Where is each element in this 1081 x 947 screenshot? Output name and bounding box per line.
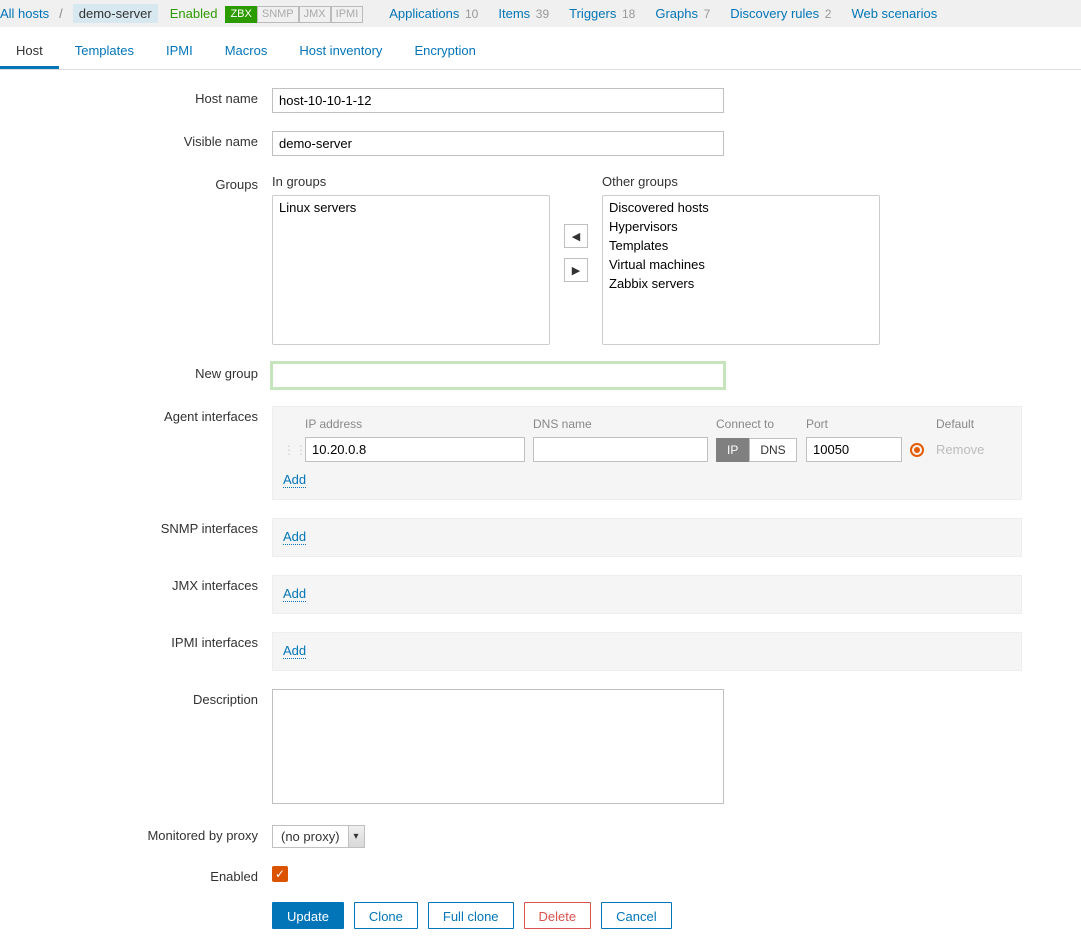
- nav-applications[interactable]: Applications 10: [389, 6, 478, 21]
- list-item[interactable]: Hypervisors: [605, 217, 877, 236]
- form-buttons: Update Clone Full clone Delete Cancel: [272, 902, 1081, 929]
- move-right-button[interactable]: ▶: [564, 258, 588, 282]
- breadcrumb-all-hosts[interactable]: All hosts: [0, 6, 49, 21]
- agent-ip-input[interactable]: [305, 437, 525, 462]
- drag-handle-icon[interactable]: ⋮⋮: [283, 444, 297, 456]
- delete-button[interactable]: Delete: [524, 902, 592, 929]
- ipmi-tag: IPMI: [331, 6, 364, 23]
- connect-to-toggle: IP DNS: [716, 438, 798, 462]
- proxy-select[interactable]: (no proxy) ▾: [272, 825, 365, 848]
- host-form: Host name Visible name Groups In groups …: [0, 70, 1081, 929]
- nav-applications-label: Applications: [389, 6, 459, 21]
- visible-name-input[interactable]: [272, 131, 724, 156]
- col-ip-address: IP address: [305, 417, 525, 431]
- proxy-select-value: (no proxy): [273, 826, 348, 847]
- agent-dns-input[interactable]: [533, 437, 708, 462]
- remove-interface-link: Remove: [936, 442, 996, 457]
- tab-templates[interactable]: Templates: [59, 37, 150, 69]
- other-groups-select[interactable]: Discovered hosts Hypervisors Templates V…: [602, 195, 880, 345]
- breadcrumb-separator: /: [59, 6, 63, 21]
- label-in-groups: In groups: [272, 174, 550, 189]
- col-port: Port: [806, 417, 902, 431]
- agent-port-input[interactable]: [806, 437, 902, 462]
- snmp-interfaces-box: Add: [272, 518, 1022, 557]
- nav-discovery-label: Discovery rules: [730, 6, 819, 21]
- list-item[interactable]: Virtual machines: [605, 255, 877, 274]
- tab-host[interactable]: Host: [0, 37, 59, 69]
- label-host-name: Host name: [0, 88, 272, 106]
- nav-triggers[interactable]: Triggers 18: [569, 6, 635, 21]
- tab-encryption[interactable]: Encryption: [398, 37, 491, 69]
- description-textarea[interactable]: [272, 689, 724, 804]
- move-left-button[interactable]: ◀: [564, 224, 588, 248]
- ipmi-interfaces-box: Add: [272, 632, 1022, 671]
- agent-interfaces-box: IP address DNS name Connect to Port Defa…: [272, 406, 1022, 500]
- col-default: Default: [936, 417, 996, 431]
- clone-button[interactable]: Clone: [354, 902, 418, 929]
- label-jmx-interfaces: JMX interfaces: [0, 575, 272, 593]
- add-ipmi-interface-link[interactable]: Add: [283, 643, 306, 659]
- topnav: Applications 10 Items 39 Triggers 18 Gra…: [389, 6, 937, 21]
- nav-triggers-count: 18: [622, 7, 635, 21]
- col-dns-name: DNS name: [533, 417, 708, 431]
- availability-tags: ZBXSNMPJMXIPMI: [225, 5, 363, 23]
- nav-graphs-label: Graphs: [655, 6, 698, 21]
- nav-items[interactable]: Items 39: [498, 6, 549, 21]
- in-groups-select[interactable]: Linux servers: [272, 195, 550, 345]
- tab-ipmi[interactable]: IPMI: [150, 37, 209, 69]
- triangle-left-icon: ◀: [572, 230, 580, 243]
- label-description: Description: [0, 689, 272, 707]
- connect-dns-button[interactable]: DNS: [749, 438, 796, 462]
- default-radio[interactable]: [910, 443, 924, 457]
- nav-graphs-count: 7: [704, 7, 711, 21]
- tab-host-inventory[interactable]: Host inventory: [283, 37, 398, 69]
- list-item[interactable]: Discovered hosts: [605, 198, 877, 217]
- label-ipmi-interfaces: IPMI interfaces: [0, 632, 272, 650]
- host-name-input[interactable]: [272, 88, 724, 113]
- subtabs: Host Templates IPMI Macros Host inventor…: [0, 27, 1081, 70]
- full-clone-button[interactable]: Full clone: [428, 902, 514, 929]
- tab-macros[interactable]: Macros: [209, 37, 284, 69]
- nav-items-count: 39: [536, 7, 549, 21]
- status-enabled: Enabled: [170, 6, 218, 21]
- col-connect-to: Connect to: [716, 417, 798, 431]
- triangle-right-icon: ▶: [572, 264, 580, 277]
- new-group-input[interactable]: [272, 363, 724, 388]
- connect-ip-button[interactable]: IP: [716, 438, 749, 462]
- label-other-groups: Other groups: [602, 174, 880, 189]
- label-groups: Groups: [0, 174, 272, 192]
- zbx-tag: ZBX: [225, 6, 256, 23]
- add-jmx-interface-link[interactable]: Add: [283, 586, 306, 602]
- list-item[interactable]: Zabbix servers: [605, 274, 877, 293]
- chevron-down-icon: ▾: [348, 826, 364, 847]
- update-button[interactable]: Update: [272, 902, 344, 929]
- nav-items-label: Items: [498, 6, 530, 21]
- agent-interface-row: ⋮⋮ IP DNS Remove: [283, 437, 1011, 462]
- label-monitored-by-proxy: Monitored by proxy: [0, 825, 272, 843]
- snmp-tag: SNMP: [257, 6, 299, 23]
- add-snmp-interface-link[interactable]: Add: [283, 529, 306, 545]
- nav-graphs[interactable]: Graphs 7: [655, 6, 710, 21]
- nav-triggers-label: Triggers: [569, 6, 616, 21]
- label-visible-name: Visible name: [0, 131, 272, 149]
- nav-discovery[interactable]: Discovery rules 2: [730, 6, 831, 21]
- nav-applications-count: 10: [465, 7, 478, 21]
- list-item[interactable]: Templates: [605, 236, 877, 255]
- add-agent-interface-link[interactable]: Add: [283, 472, 306, 488]
- label-snmp-interfaces: SNMP interfaces: [0, 518, 272, 536]
- cancel-button[interactable]: Cancel: [601, 902, 671, 929]
- list-item[interactable]: Linux servers: [275, 198, 547, 217]
- enabled-checkbox[interactable]: ✓: [272, 866, 288, 882]
- nav-discovery-count: 2: [825, 7, 832, 21]
- label-agent-interfaces: Agent interfaces: [0, 406, 272, 424]
- jmx-tag: JMX: [299, 6, 331, 23]
- label-enabled: Enabled: [0, 866, 272, 884]
- breadcrumb-current: demo-server: [73, 4, 158, 23]
- topbar: All hosts / demo-server Enabled ZBXSNMPJ…: [0, 0, 1081, 27]
- label-new-group: New group: [0, 363, 272, 381]
- jmx-interfaces-box: Add: [272, 575, 1022, 614]
- nav-web-scenarios[interactable]: Web scenarios: [851, 6, 937, 21]
